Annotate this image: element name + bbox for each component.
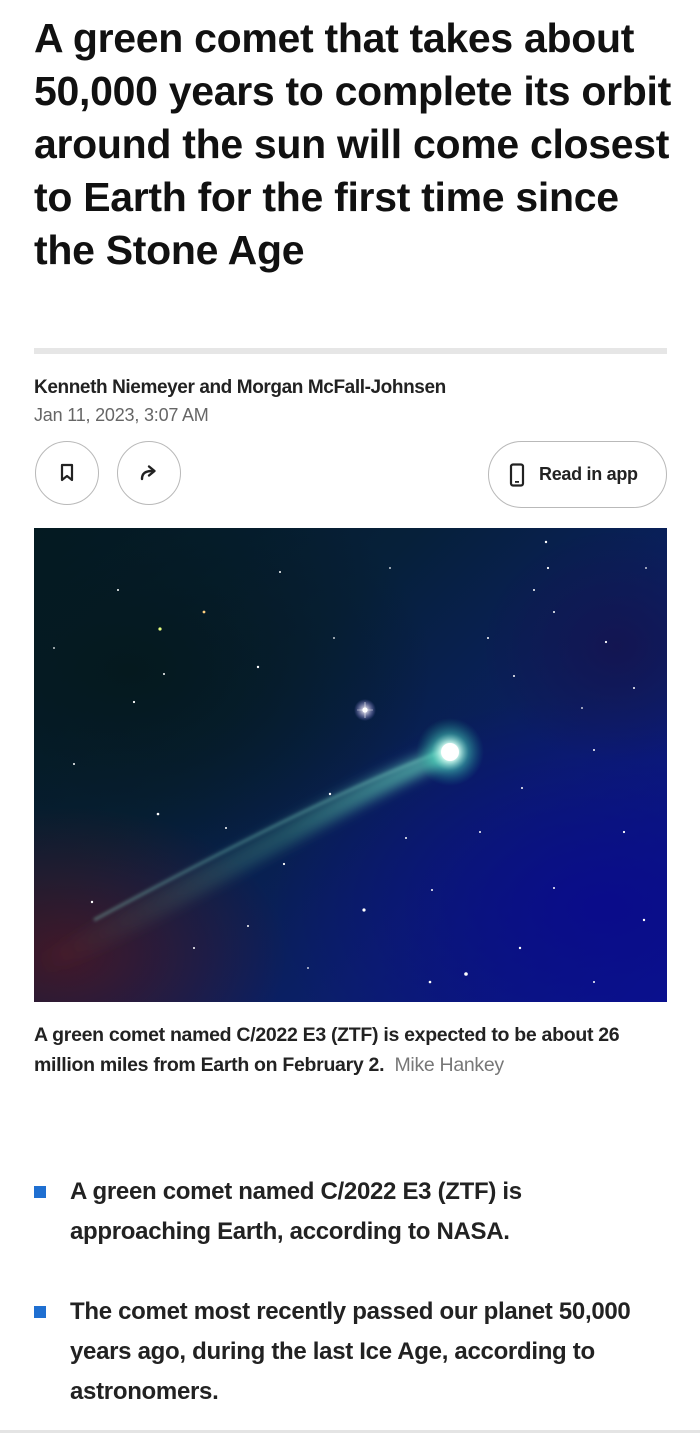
key-points-list: A green comet named C/2022 E3 (ZTF) is a… [34,1172,654,1412]
key-point-text: The comet most recently passed our plane… [70,1298,631,1405]
read-in-app-label: Read in app [539,464,638,484]
caption-text: A green comet named C/2022 E3 (ZTF) is e… [34,1024,620,1076]
key-point-text: A green comet named C/2022 E3 (ZTF) is a… [70,1178,522,1245]
bullet-square-icon [34,1306,46,1318]
read-in-app-button[interactable]: Read in app [488,441,667,508]
bullet-square-icon [34,1186,46,1198]
image-caption: A green comet named C/2022 E3 (ZTF) is e… [34,1020,634,1080]
headline-divider [34,348,667,354]
comet-photo [34,528,667,1002]
share-arrow-icon [140,465,156,481]
bookmark-button[interactable] [35,441,99,505]
phone-icon [509,462,525,487]
author-byline[interactable]: Kenneth Niemeyer and Morgan McFall-Johns… [34,377,446,399]
publish-date: Jan 11, 2023, 3:07 AM [34,405,209,425]
key-point-item: The comet most recently passed our plane… [34,1292,654,1412]
photo-credit: Mike Hankey [394,1054,504,1076]
key-point-item: A green comet named C/2022 E3 (ZTF) is a… [34,1172,654,1252]
article-headline: A green comet that takes about 50,000 ye… [34,15,671,273]
share-button[interactable] [117,441,181,505]
bookmark-icon [60,463,74,482]
